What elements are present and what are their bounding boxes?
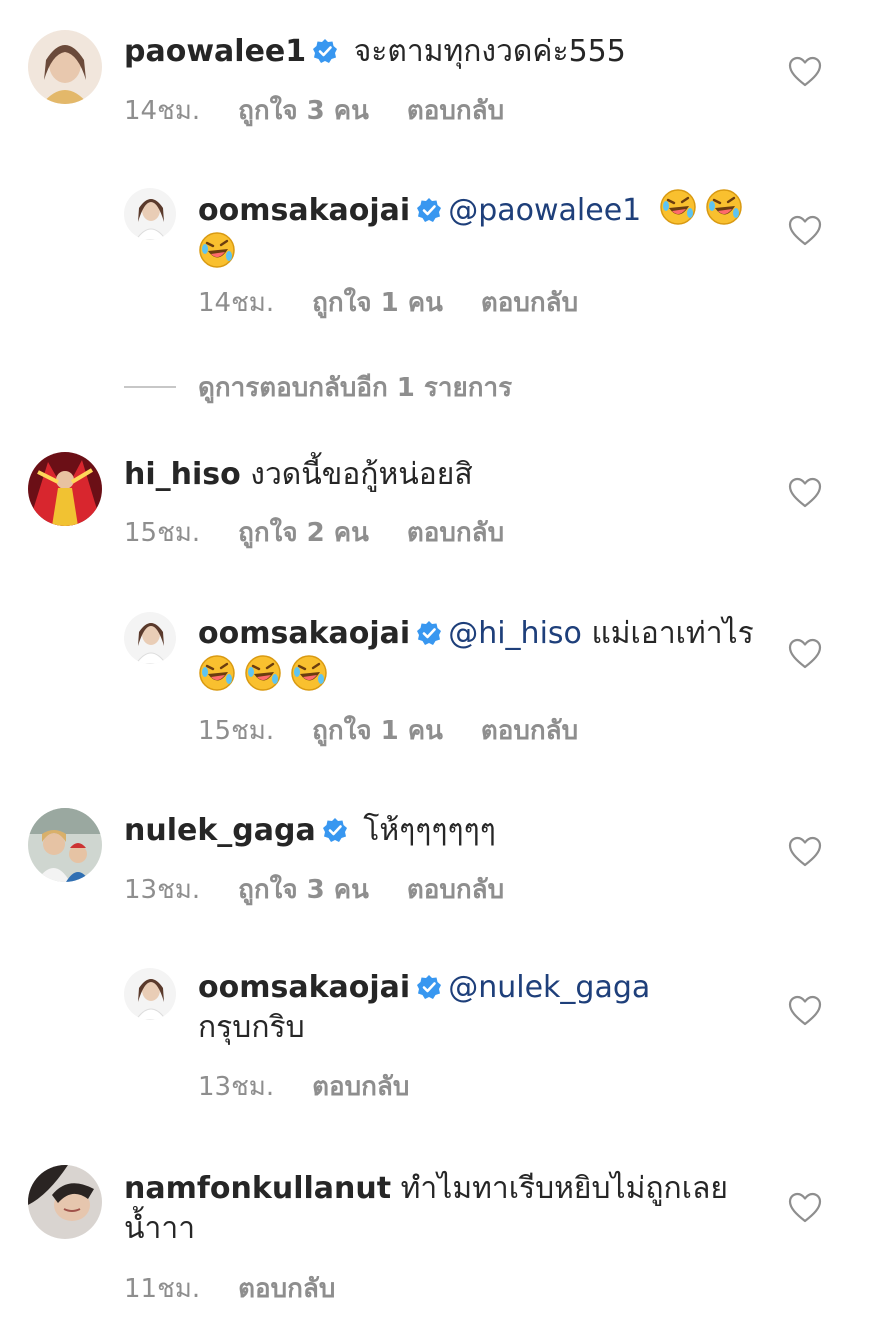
heart-outline-icon[interactable] [788,477,822,509]
username[interactable]: paowalee1 [124,34,306,69]
comment-time: 13ชม. [124,875,201,905]
username[interactable]: nulek_gaga [124,813,316,848]
view-more-replies-button[interactable]: ดูการตอบกลับอีก 1 รายการ [124,367,512,408]
reply-button[interactable]: ตอบกลับ [407,96,504,126]
divider [124,386,176,388]
likes-count[interactable]: ถูกใจ 2 คน [238,518,369,548]
reply-button[interactable]: ตอบกลับ [481,288,578,318]
rolling-on-floor-laughing-emoji [659,188,697,226]
avatar[interactable] [28,808,102,882]
comment-body: nulek_gaga โห้ๆๆๆๆๆๆ [124,811,764,851]
comment-body: oomsakaojai @nulek_gaga กรุบกริบ [198,968,758,1048]
verified-badge-icon [416,194,442,222]
heart-outline-icon[interactable] [788,995,822,1027]
comment-body: namfonkullanut ทำไมทาเรีบหยิบไม่ถูกเลยน้… [124,1169,744,1249]
comment-meta: 14ชม. ถูกใจ 1 คน ตอบกลับ [198,282,616,323]
avatar[interactable] [124,188,176,240]
avatar[interactable] [124,612,176,664]
verified-badge-icon [322,814,348,842]
username[interactable]: oomsakaojai [198,616,410,651]
comment-body: paowalee1 จะตามทุกงวดค่ะ555 [124,32,764,72]
rolling-on-floor-laughing-emoji [290,654,328,692]
comment-body: oomsakaojai @paowalee1 [198,188,758,274]
likes-count[interactable]: ถูกใจ 1 คน [312,288,443,318]
avatar[interactable] [28,30,102,104]
verified-badge-icon [312,35,338,63]
comment-text: โห้ๆๆๆๆๆๆ [363,813,496,848]
verified-badge-icon [416,617,442,645]
comment-text: จะตามทุกงวดค่ะ555 [353,34,626,69]
avatar[interactable] [28,452,102,526]
mention-link[interactable]: @paowalee1 [448,193,641,228]
username[interactable]: hi_hiso [124,457,241,492]
comment-meta: 11ชม. ตอบกลับ [124,1268,373,1309]
comment-time: 14ชม. [198,288,275,318]
comment-thread: paowalee1 จะตามทุกงวดค่ะ555 14ชม. ถูกใจ 3… [0,0,870,1329]
comment-meta: 14ชม. ถูกใจ 3 คน ตอบกลับ [124,90,542,131]
reply-button[interactable]: ตอบกลับ [238,1274,335,1304]
comment-text: งวดนี้ขอกู้หน่อยสิ [250,457,473,492]
likes-count[interactable]: ถูกใจ 1 คน [312,716,443,746]
heart-outline-icon[interactable] [788,1192,822,1224]
reply-button[interactable]: ตอบกลับ [407,875,504,905]
reply-button[interactable]: ตอบกลับ [407,518,504,548]
comment-time: 15ชม. [198,716,275,746]
comment-meta: 15ชม. ถูกใจ 1 คน ตอบกลับ [198,710,616,751]
likes-count[interactable]: ถูกใจ 3 คน [238,96,369,126]
comment-meta: 13ชม. ถูกใจ 3 คน ตอบกลับ [124,869,542,910]
rolling-on-floor-laughing-emoji [705,188,743,226]
heart-outline-icon[interactable] [788,836,822,868]
rolling-on-floor-laughing-emoji [198,654,236,692]
mention-link[interactable]: @hi_hiso [448,616,582,651]
comment-time: 13ชม. [198,1072,275,1102]
rolling-on-floor-laughing-emoji [198,231,236,269]
username[interactable]: oomsakaojai [198,970,410,1005]
comment-meta: 15ชม. ถูกใจ 2 คน ตอบกลับ [124,512,542,553]
mention-link[interactable]: @nulek_gaga [448,970,650,1005]
avatar[interactable] [28,1165,102,1239]
username[interactable]: namfonkullanut [124,1171,391,1206]
likes-count[interactable]: ถูกใจ 3 คน [238,875,369,905]
rolling-on-floor-laughing-emoji [244,654,282,692]
comment-time: 11ชม. [124,1274,201,1304]
comment-text: กรุบกริบ [198,1010,305,1045]
comment-meta: 13ชม. ตอบกลับ [198,1066,447,1107]
comment-time: 14ชม. [124,96,201,126]
comment-body: oomsakaojai @hi_hiso แม่เอาเท่าไร [198,614,758,697]
reply-button[interactable]: ตอบกลับ [312,1072,409,1102]
avatar[interactable] [124,968,176,1020]
verified-badge-icon [416,971,442,999]
view-more-replies-label: ดูการตอบกลับอีก 1 รายการ [198,373,513,403]
reply-button[interactable]: ตอบกลับ [481,716,578,746]
heart-outline-icon[interactable] [788,215,822,247]
heart-outline-icon[interactable] [788,638,822,670]
comment-text: แม่เอาเท่าไร [591,616,754,651]
comment-body: hi_hiso งวดนี้ขอกู้หน่อยสิ [124,455,764,495]
heart-outline-icon[interactable] [788,56,822,88]
comment-time: 15ชม. [124,518,201,548]
username[interactable]: oomsakaojai [198,193,410,228]
